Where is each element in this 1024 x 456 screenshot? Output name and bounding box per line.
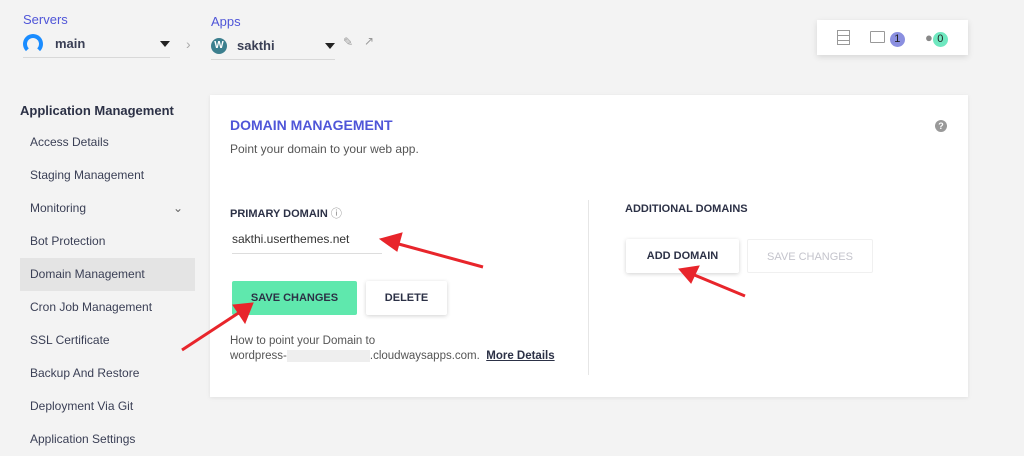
annotation-arrows [181, 232, 746, 352]
arrow-save-changes [181, 310, 241, 352]
arrow-add-domain [691, 272, 746, 298]
arrow-domain-input [394, 241, 484, 269]
